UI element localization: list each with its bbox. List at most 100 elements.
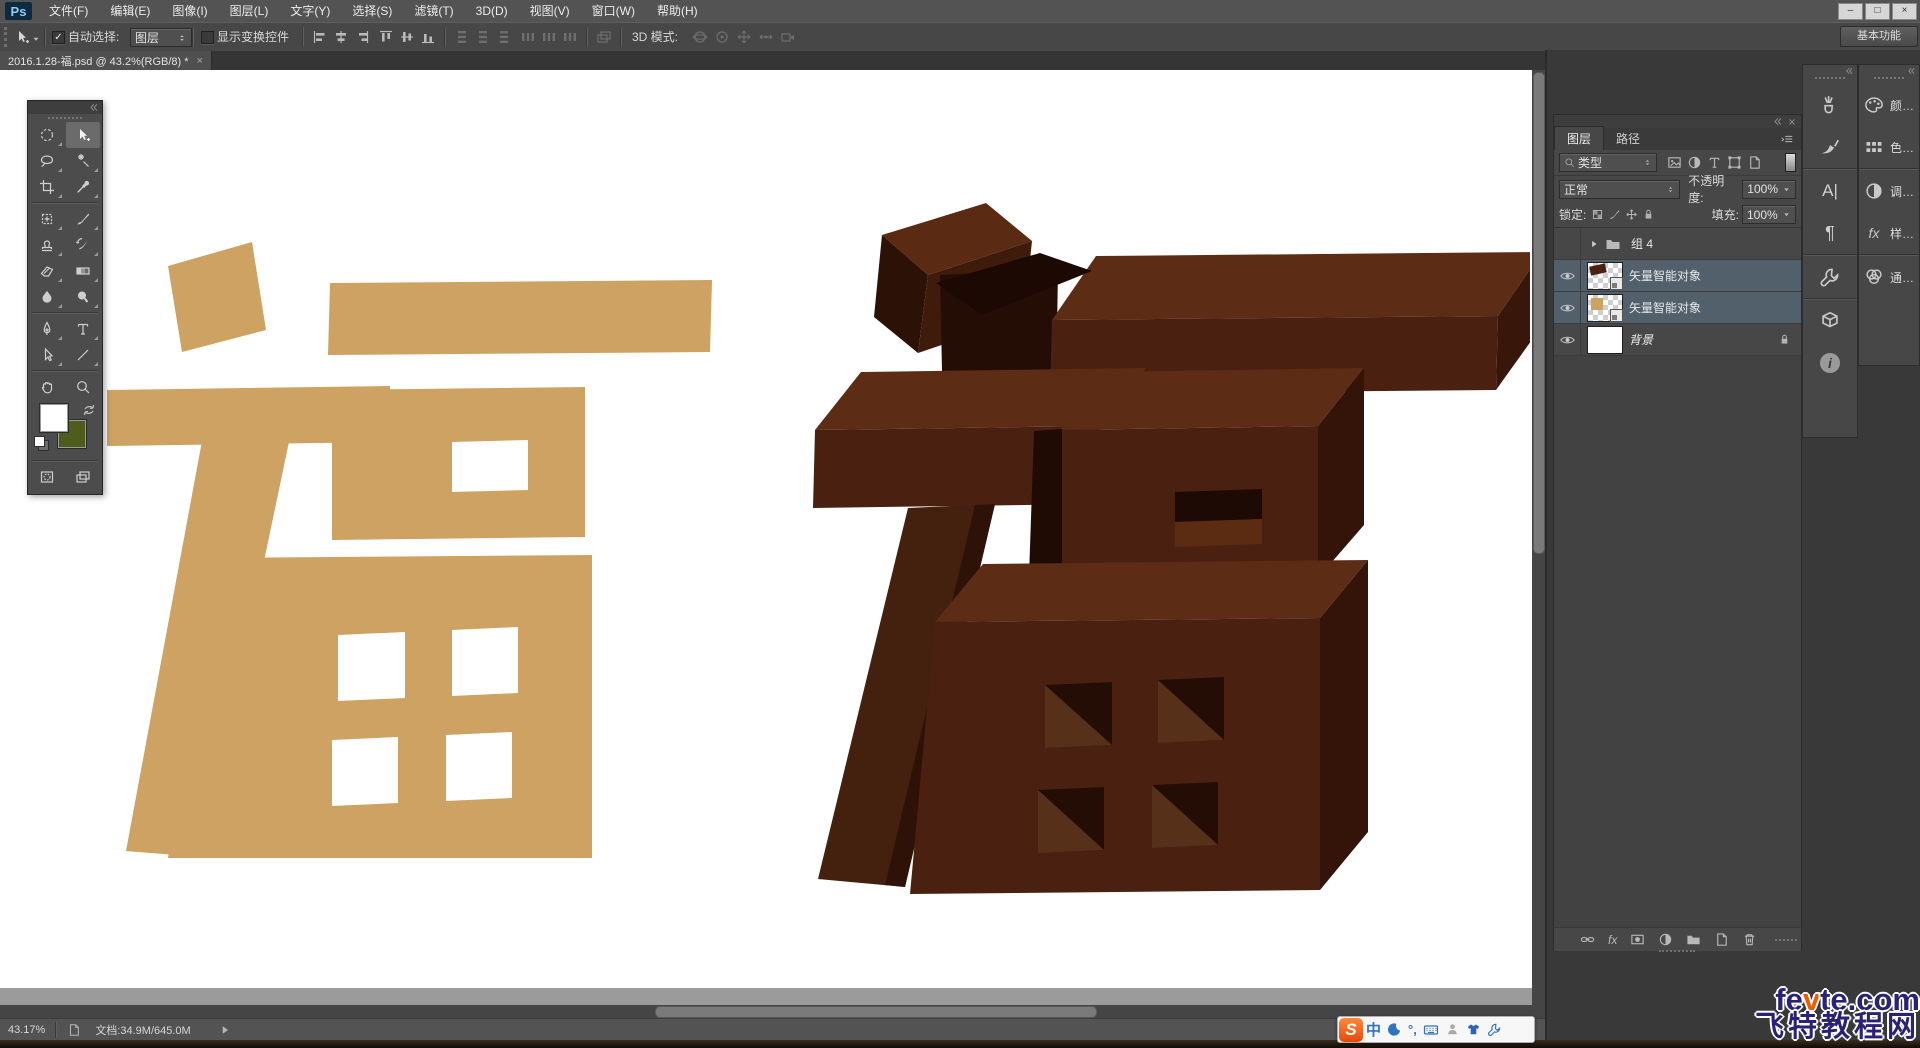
menu-item-file[interactable]: 文件(F) bbox=[38, 0, 99, 22]
visibility-toggle[interactable] bbox=[1554, 324, 1581, 355]
hand-tool[interactable] bbox=[30, 374, 64, 400]
panel-icon-character[interactable]: A| bbox=[1803, 170, 1857, 212]
eyedropper-tool[interactable] bbox=[66, 174, 100, 200]
menu-item-layer[interactable]: 图层(L) bbox=[219, 0, 280, 22]
align-vertical-centers-icon[interactable] bbox=[399, 29, 416, 44]
adjustment-layer-icon[interactable] bbox=[1658, 932, 1673, 947]
visibility-toggle[interactable] bbox=[1554, 260, 1581, 291]
menu-item-window[interactable]: 窗口(W) bbox=[581, 0, 646, 22]
layer-name[interactable]: 背景 bbox=[1629, 331, 1653, 348]
pen-tool[interactable] bbox=[30, 316, 64, 342]
auto-select-checkbox[interactable]: ✓ bbox=[52, 31, 65, 44]
default-colors-icon[interactable] bbox=[34, 436, 45, 447]
menu-item-select[interactable]: 选择(S) bbox=[341, 0, 403, 22]
lock-position-icon[interactable] bbox=[1625, 208, 1638, 221]
gradient-tool[interactable] bbox=[66, 258, 100, 284]
expand-group-icon[interactable] bbox=[1589, 239, 1599, 249]
panel-icon-brush[interactable] bbox=[1803, 84, 1857, 126]
link-layers-icon[interactable] bbox=[1580, 932, 1595, 947]
filter-pixel-layers-icon[interactable] bbox=[1667, 155, 1682, 170]
show-transform-checkbox[interactable] bbox=[201, 31, 214, 44]
horizontal-scrollbar-thumb[interactable] bbox=[655, 1006, 1097, 1018]
shape-tool[interactable] bbox=[66, 342, 100, 368]
dock-column-grip[interactable] bbox=[1859, 77, 1919, 84]
marquee-tool[interactable] bbox=[30, 122, 64, 148]
filter-smart-objects-icon[interactable] bbox=[1747, 155, 1762, 170]
menu-item-view[interactable]: 视图(V) bbox=[519, 0, 581, 22]
blend-mode-dropdown[interactable]: 正常 bbox=[1559, 180, 1680, 199]
layer-row-background[interactable]: 背景 bbox=[1554, 324, 1801, 356]
panel-icon-color[interactable]: 颜… bbox=[1859, 84, 1919, 126]
screen-mode-button[interactable] bbox=[66, 464, 100, 490]
status-expand-icon[interactable] bbox=[219, 1024, 231, 1036]
add-mask-icon[interactable] bbox=[1630, 932, 1645, 947]
tab-layers[interactable]: 图层 bbox=[1554, 126, 1604, 150]
filter-shape-layers-icon[interactable] bbox=[1727, 155, 1742, 170]
visibility-toggle[interactable] bbox=[1554, 292, 1581, 323]
magic-wand-tool[interactable] bbox=[66, 148, 100, 174]
ime-fullmoon-icon[interactable] bbox=[1387, 1022, 1402, 1037]
align-right-edges-icon[interactable] bbox=[354, 29, 371, 44]
panel-icon-3d[interactable] bbox=[1803, 300, 1857, 342]
zoom-tool[interactable] bbox=[66, 374, 100, 400]
vertical-scrollbar-thumb[interactable] bbox=[1533, 72, 1545, 554]
align-top-edges-icon[interactable] bbox=[378, 29, 395, 44]
tab-close-icon[interactable]: × bbox=[197, 55, 203, 67]
panel-resize-grip[interactable] bbox=[1775, 939, 1797, 941]
layer-thumbnail[interactable] bbox=[1587, 262, 1623, 290]
auto-select-dropdown[interactable]: 图层 bbox=[130, 28, 192, 47]
visibility-toggle[interactable] bbox=[1554, 228, 1581, 259]
tab-paths[interactable]: 路径 bbox=[1604, 127, 1652, 150]
collapse-dock-icon[interactable] bbox=[1844, 66, 1854, 76]
collapse-panel-icon[interactable] bbox=[88, 102, 99, 113]
ime-keyboard-icon[interactable] bbox=[1423, 1022, 1439, 1038]
panel-icon-info[interactable]: i bbox=[1803, 342, 1857, 384]
move-tool[interactable] bbox=[66, 122, 100, 148]
sogou-logo-icon[interactable]: S bbox=[1339, 1018, 1363, 1042]
close-button[interactable]: × bbox=[1892, 3, 1917, 20]
collapse-panel-icon[interactable] bbox=[1772, 116, 1783, 127]
align-left-edges-icon[interactable] bbox=[312, 29, 329, 44]
tools-panel-header[interactable] bbox=[28, 101, 102, 114]
fill-dropdown[interactable]: 100% bbox=[1742, 205, 1796, 224]
layer-thumbnail[interactable] bbox=[1587, 294, 1623, 322]
dock-grip[interactable] bbox=[1659, 950, 1695, 952]
align-bottom-edges-icon[interactable] bbox=[420, 29, 437, 44]
vertical-scrollbar[interactable] bbox=[1532, 70, 1545, 1005]
filter-type-layers-icon[interactable] bbox=[1707, 155, 1722, 170]
panel-icon-tool-presets[interactable] bbox=[1803, 256, 1857, 298]
menu-item-filter[interactable]: 滤镜(T) bbox=[403, 0, 464, 22]
type-tool[interactable] bbox=[66, 316, 100, 342]
panel-icon-brush-presets[interactable] bbox=[1803, 126, 1857, 168]
eraser-tool[interactable] bbox=[30, 258, 64, 284]
ime-profile-icon[interactable] bbox=[1445, 1022, 1460, 1037]
panel-icon-adjustments[interactable]: 调… bbox=[1859, 170, 1919, 212]
layer-filter-dropdown[interactable]: 类型 bbox=[1559, 153, 1657, 172]
layer-row-group[interactable]: 组 4 bbox=[1554, 228, 1801, 260]
dock-divider[interactable] bbox=[1545, 50, 1547, 1040]
close-panel-icon[interactable] bbox=[1787, 117, 1797, 127]
new-group-icon[interactable] bbox=[1686, 932, 1701, 947]
dodge-tool[interactable] bbox=[66, 284, 100, 310]
menu-item-type[interactable]: 文字(Y) bbox=[279, 0, 341, 22]
delete-layer-icon[interactable] bbox=[1742, 932, 1757, 947]
menu-item-image[interactable]: 图像(I) bbox=[161, 0, 218, 22]
layer-style-fx-icon[interactable]: fx bbox=[1608, 933, 1617, 947]
healing-brush-tool[interactable] bbox=[30, 206, 64, 232]
brush-tool[interactable] bbox=[66, 206, 100, 232]
layer-thumbnail[interactable] bbox=[1587, 326, 1623, 354]
tools-panel-grip[interactable] bbox=[28, 114, 102, 122]
document-tab[interactable]: 2016.1.28-福.psd @ 43.2%(RGB/8) * × bbox=[0, 51, 212, 70]
swap-colors-icon[interactable] bbox=[82, 403, 95, 416]
menu-item-edit[interactable]: 编辑(E) bbox=[99, 0, 161, 22]
workspace-switcher-button[interactable]: 基本功能 bbox=[1840, 26, 1918, 47]
blur-tool[interactable] bbox=[30, 284, 64, 310]
maximize-button[interactable]: □ bbox=[1865, 3, 1890, 20]
panel-icon-paragraph[interactable]: ¶ bbox=[1803, 212, 1857, 254]
menu-item-3d[interactable]: 3D(D) bbox=[465, 0, 519, 22]
panel-icon-styles[interactable]: fx样… bbox=[1859, 212, 1919, 254]
lock-all-icon[interactable] bbox=[1642, 208, 1655, 221]
quick-mask-button[interactable] bbox=[30, 464, 64, 490]
opacity-dropdown[interactable]: 100% bbox=[1742, 180, 1796, 199]
crop-tool[interactable] bbox=[30, 174, 64, 200]
